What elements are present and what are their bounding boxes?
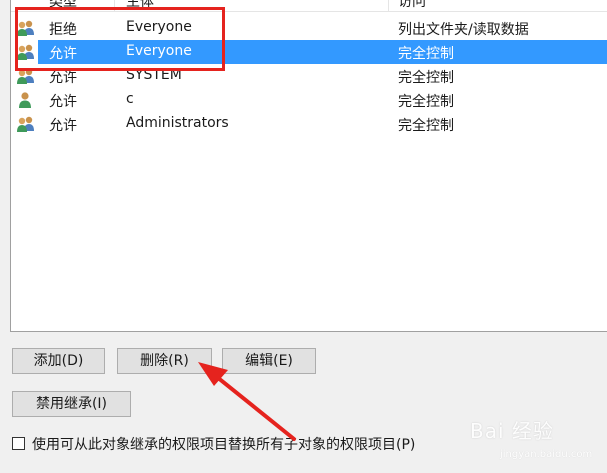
group-users-icon — [16, 43, 36, 61]
single-user-icon — [16, 91, 36, 109]
group-users-icon — [16, 19, 36, 37]
replace-child-permissions-label[interactable]: 使用可从此对象继承的权限项目替换所有子对象的权限项目(P) — [32, 434, 415, 454]
row-principal: Everyone — [126, 43, 192, 59]
row-access: 完全控制 — [398, 46, 454, 62]
watermark-url: jingyan.baidu.com — [500, 449, 593, 460]
list-item-selected[interactable]: 允许 Everyone 完全控制 — [38, 40, 607, 64]
watermark-logo: Bai 经验 — [470, 419, 554, 443]
replace-child-permissions-checkbox[interactable] — [12, 437, 25, 450]
row-type: 拒绝 — [49, 22, 77, 38]
row-type: 允许 — [49, 46, 77, 62]
column-header-type[interactable]: 类型 — [49, 0, 77, 11]
row-principal: Everyone — [126, 19, 192, 35]
edit-button[interactable]: 编辑(E) — [222, 348, 316, 374]
row-access: 列出文件夹/读取数据 — [398, 22, 529, 38]
column-divider — [114, 0, 115, 11]
row-type: 允许 — [49, 94, 77, 110]
row-access: 完全控制 — [398, 118, 454, 134]
disable-inheritance-button[interactable]: 禁用继承(I) — [12, 391, 131, 417]
group-users-icon — [16, 115, 36, 133]
list-item[interactable]: 拒绝 Everyone 列出文件夹/读取数据 — [11, 16, 607, 40]
column-divider — [388, 0, 389, 11]
list-header: 类型 主体 访问 — [11, 0, 607, 12]
permissions-dialog: 类型 主体 访问 拒绝 Everyone 列出文件夹/读取数据 允许 Every… — [0, 0, 607, 473]
row-principal: c — [126, 91, 134, 107]
list-item[interactable]: 允许 SYSTEM 完全控制 — [11, 64, 607, 88]
row-access: 完全控制 — [398, 70, 454, 86]
row-type: 允许 — [49, 118, 77, 134]
permission-entries-list[interactable]: 类型 主体 访问 拒绝 Everyone 列出文件夹/读取数据 允许 Every… — [10, 0, 607, 332]
column-header-access[interactable]: 访问 — [398, 0, 426, 11]
remove-button[interactable]: 删除(R) — [117, 348, 212, 374]
row-principal: Administrators — [126, 115, 229, 131]
row-access: 完全控制 — [398, 94, 454, 110]
list-item[interactable]: 允许 Administrators 完全控制 — [11, 112, 607, 136]
row-principal: SYSTEM — [126, 67, 182, 83]
row-type: 允许 — [49, 70, 77, 86]
column-header-principal[interactable]: 主体 — [126, 0, 154, 11]
add-button[interactable]: 添加(D) — [12, 348, 105, 374]
group-users-icon — [16, 67, 36, 85]
list-item[interactable]: 允许 c 完全控制 — [11, 88, 607, 112]
